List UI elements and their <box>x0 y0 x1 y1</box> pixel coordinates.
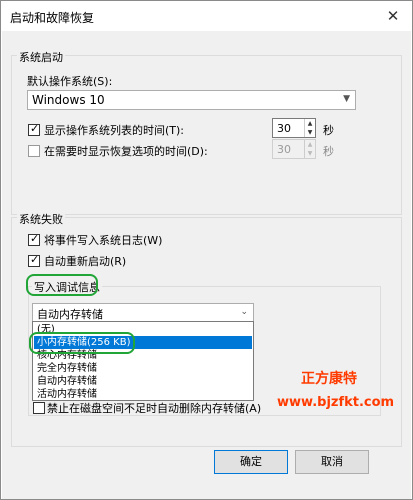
show-os-list-stepper[interactable]: 30 ▲ ▼ <box>272 118 316 138</box>
dropdown-option[interactable]: 完全内存转储 <box>34 362 252 375</box>
show-os-list-label: 显示操作系统列表的时间(T): <box>44 124 185 137</box>
system-failure-label: 系统失败 <box>17 211 65 227</box>
show-recovery-value: 30 <box>277 143 291 156</box>
debug-info-dropdown-list: (无) 小内存转储(256 KB) 核心内存转储 完全内存转储 自动内存转储 活… <box>32 321 254 401</box>
show-recovery-label: 在需要时显示恢复选项的时间(D): <box>44 145 208 158</box>
write-event-checkbox[interactable] <box>28 232 40 246</box>
default-os-value: Windows 10 <box>32 93 105 107</box>
down-arrow-icon[interactable]: ▼ <box>305 149 315 158</box>
default-os-select[interactable]: Windows 10 ▼ <box>27 90 356 110</box>
auto-restart-checkbox[interactable] <box>28 253 40 267</box>
debug-info-select[interactable]: 自动内存转储 ⌄ <box>32 303 254 323</box>
show-os-list-value: 30 <box>277 122 291 135</box>
show-os-list-checkbox[interactable] <box>28 122 40 136</box>
seconds-unit-2: 秒 <box>323 145 334 158</box>
dropdown-option[interactable]: 自动内存转储 <box>34 375 252 388</box>
show-recovery-checkbox[interactable] <box>28 145 40 157</box>
dropdown-option-selected[interactable]: 小内存转储(256 KB) <box>34 336 252 349</box>
write-event-label: 将事件写入系统日志(W) <box>44 234 163 247</box>
chevron-down-icon: ▼ <box>343 94 350 104</box>
chevron-down-icon: ⌄ <box>240 307 248 317</box>
watermark-name: 正方康特 <box>301 371 357 387</box>
dropdown-option[interactable]: 核心内存转储 <box>34 349 252 362</box>
startup-recovery-dialog: 启动和故障恢复 ✕ 系统启动 默认操作系统(S): Windows 10 ▼ 显… <box>0 0 413 500</box>
default-os-label: 默认操作系统(S): <box>27 75 113 88</box>
up-arrow-icon[interactable]: ▲ <box>305 119 315 128</box>
show-recovery-stepper[interactable]: 30 ▲ ▼ <box>272 139 316 159</box>
dialog-title: 启动和故障恢复 <box>10 11 95 25</box>
dropdown-option[interactable]: (无) <box>34 323 252 336</box>
cancel-button[interactable]: 取消 <box>295 450 369 474</box>
debug-info-label: 写入调试信息 <box>32 279 102 295</box>
dialog-body: 系统启动 默认操作系统(S): Windows 10 ▼ 显示操作系统列表的时间… <box>2 31 411 499</box>
ok-button[interactable]: 确定 <box>214 450 288 474</box>
debug-info-selected-value: 自动内存转储 <box>37 308 103 321</box>
down-arrow-icon[interactable]: ▼ <box>305 128 315 137</box>
close-icon[interactable]: ✕ <box>384 7 402 25</box>
disable-auto-delete-label: 禁止在磁盘空间不足时自动删除内存转储(A) <box>47 402 262 415</box>
title-bar: 启动和故障恢复 ✕ <box>1 1 412 31</box>
up-arrow-icon[interactable]: ▲ <box>305 140 315 149</box>
watermark-url: www.bjzfkt.com <box>277 395 395 410</box>
auto-restart-label: 自动重新启动(R) <box>44 255 127 268</box>
disable-auto-delete-checkbox[interactable] <box>33 402 45 414</box>
seconds-unit-1: 秒 <box>323 124 334 137</box>
system-startup-label: 系统启动 <box>17 49 65 65</box>
